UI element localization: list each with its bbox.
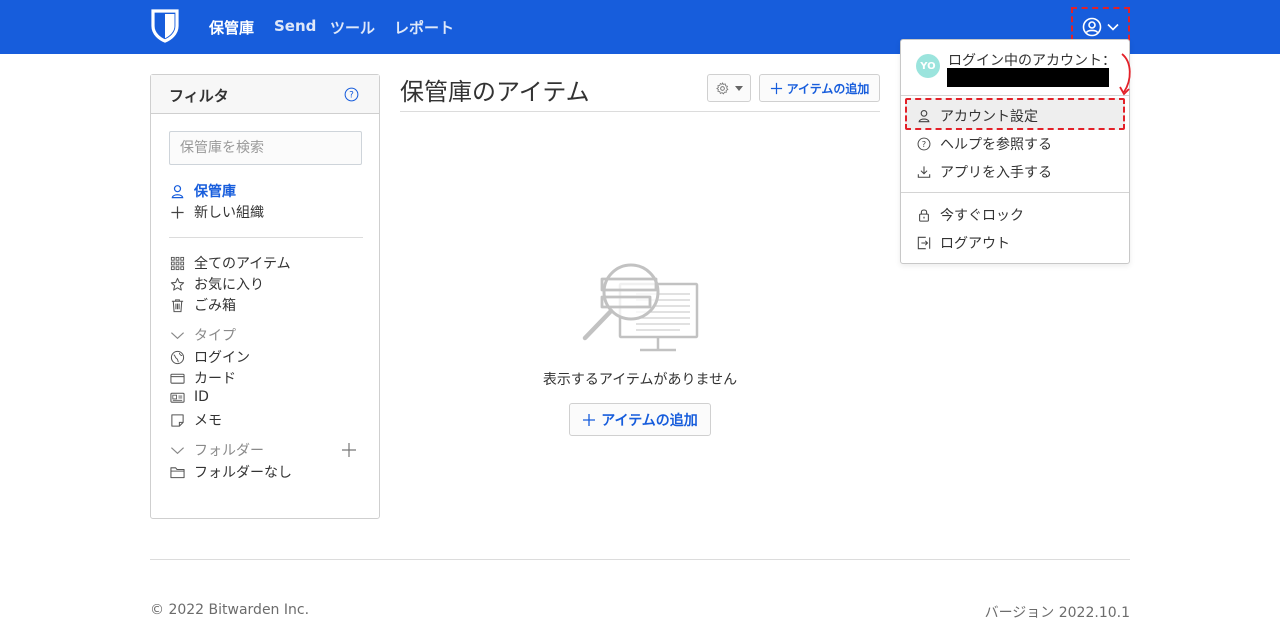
nav-vault-link[interactable]: 保管庫 bbox=[209, 17, 254, 38]
menu-log-out-label: ログアウト bbox=[940, 236, 1010, 252]
menu-get-apps-label: アプリを入手する bbox=[940, 165, 1052, 181]
menu-lock-now[interactable]: 今すぐロック bbox=[917, 205, 1024, 225]
filter-favorites[interactable]: お気に入り bbox=[170, 274, 264, 294]
filter-panel: フィルタ ? 保管庫 新しい組織 全てのアイテム bbox=[150, 74, 380, 519]
person-icon bbox=[918, 110, 930, 123]
menu-help-label: ヘルプを参照する bbox=[940, 137, 1052, 153]
lock-icon bbox=[919, 209, 929, 222]
menu-get-apps[interactable]: アプリを入手する bbox=[917, 162, 1052, 182]
caret-down-icon bbox=[734, 85, 743, 91]
menu-account-settings[interactable]: アカウント設定 bbox=[917, 106, 1038, 126]
filter-favorites-label: お気に入り bbox=[194, 277, 264, 293]
chevron-down-icon bbox=[171, 446, 184, 454]
filter-trash[interactable]: ごみ箱 bbox=[170, 295, 236, 315]
add-folder-plus-icon[interactable] bbox=[341, 442, 357, 458]
filter-type-note-label: メモ bbox=[194, 413, 222, 429]
add-item-button-label: アイテムの追加 bbox=[786, 81, 870, 96]
add-item-center-button[interactable]: アイテムの追加 bbox=[569, 403, 711, 436]
footer-version: バージョン 2022.10.1 bbox=[984, 605, 1130, 621]
filter-types-header-label: タイプ bbox=[194, 328, 236, 344]
filter-my-vault[interactable]: 保管庫 bbox=[170, 181, 236, 201]
person-icon bbox=[171, 184, 184, 198]
filter-type-identity[interactable]: ID bbox=[170, 389, 209, 405]
plus-icon bbox=[583, 413, 596, 426]
nav-reports-link[interactable]: レポート bbox=[394, 17, 454, 38]
footer-divider bbox=[150, 559, 1130, 560]
filter-type-identity-label: ID bbox=[194, 389, 209, 405]
filter-folders-header-label: フォルダー bbox=[194, 443, 264, 459]
page-title: 保管庫のアイテム bbox=[400, 78, 590, 106]
sign-out-icon bbox=[917, 236, 931, 250]
folder-icon bbox=[170, 466, 185, 478]
filter-all-items-label: 全てのアイテム bbox=[194, 256, 291, 272]
filter-type-note[interactable]: メモ bbox=[170, 410, 222, 430]
question-circle-icon[interactable]: ? bbox=[344, 87, 359, 102]
globe-icon bbox=[170, 350, 185, 364]
dropdown-divider bbox=[901, 192, 1129, 193]
nav-tools-link[interactable]: ツール bbox=[330, 17, 375, 38]
filter-type-login-label: ログイン bbox=[194, 350, 250, 366]
dropdown-divider bbox=[901, 95, 1129, 96]
plus-icon bbox=[171, 205, 184, 219]
filter-all-items[interactable]: 全てのアイテム bbox=[170, 253, 291, 273]
id-card-icon bbox=[170, 392, 185, 403]
sticky-note-icon bbox=[171, 413, 184, 427]
add-item-button[interactable]: アイテムの追加 bbox=[759, 74, 880, 102]
star-icon bbox=[170, 277, 185, 291]
menu-account-settings-label: アカウント設定 bbox=[940, 109, 1038, 125]
title-divider bbox=[400, 111, 880, 112]
add-item-center-button-label: アイテムの追加 bbox=[601, 412, 698, 429]
gear-icon bbox=[715, 81, 728, 94]
avatar: YO bbox=[916, 54, 940, 78]
filter-my-vault-label: 保管庫 bbox=[194, 184, 236, 200]
question-circle-icon: ? bbox=[917, 137, 931, 151]
logged-in-as-label: ログイン中のアカウント： bbox=[948, 53, 1116, 69]
filter-types-header[interactable]: タイプ bbox=[170, 325, 236, 345]
filter-title: フィルタ bbox=[169, 87, 229, 105]
credit-card-icon bbox=[170, 373, 185, 384]
footer-copyright: © 2022 Bitwarden Inc. bbox=[150, 602, 310, 618]
svg-text:?: ? bbox=[349, 91, 354, 101]
trash-icon bbox=[171, 298, 184, 312]
grid-icon bbox=[170, 256, 185, 270]
filter-no-folder-label: フォルダーなし bbox=[194, 465, 292, 481]
menu-lock-now-label: 今すぐロック bbox=[940, 208, 1024, 224]
plus-icon bbox=[770, 82, 782, 94]
menu-help[interactable]: ? ヘルプを参照する bbox=[917, 134, 1052, 154]
svg-text:?: ? bbox=[922, 139, 926, 149]
chevron-down-icon bbox=[171, 331, 184, 339]
menu-log-out[interactable]: ログアウト bbox=[917, 233, 1010, 253]
annotation-arrow-icon bbox=[1119, 53, 1131, 96]
filter-type-card[interactable]: カード bbox=[170, 368, 236, 388]
vault-options-dropdown[interactable] bbox=[707, 74, 751, 102]
download-icon bbox=[917, 166, 931, 178]
filter-type-card-label: カード bbox=[194, 371, 236, 387]
filter-new-organization[interactable]: 新しい組織 bbox=[170, 202, 264, 222]
filter-divider bbox=[169, 237, 363, 238]
filter-no-folder[interactable]: フォルダーなし bbox=[170, 462, 292, 482]
account-dropdown-menu: YO ログイン中のアカウント： アカウント設定 ? ヘルプを参照する アプリを入… bbox=[900, 39, 1130, 264]
filter-header: フィルタ ? bbox=[151, 75, 379, 114]
filter-trash-label: ごみ箱 bbox=[194, 298, 236, 314]
filter-type-login[interactable]: ログイン bbox=[170, 347, 250, 367]
vault-search-input[interactable] bbox=[169, 131, 362, 165]
filter-new-organization-label: 新しい組織 bbox=[194, 205, 264, 221]
empty-state-message: 表示するアイテムがありません bbox=[542, 372, 738, 388]
bitwarden-logo-icon[interactable] bbox=[150, 9, 180, 43]
nav-send-link[interactable]: Send bbox=[274, 17, 316, 35]
empty-vault-search-icon bbox=[582, 263, 699, 352]
filter-folders-header[interactable]: フォルダー bbox=[170, 440, 264, 460]
redacted-email bbox=[947, 68, 1109, 87]
